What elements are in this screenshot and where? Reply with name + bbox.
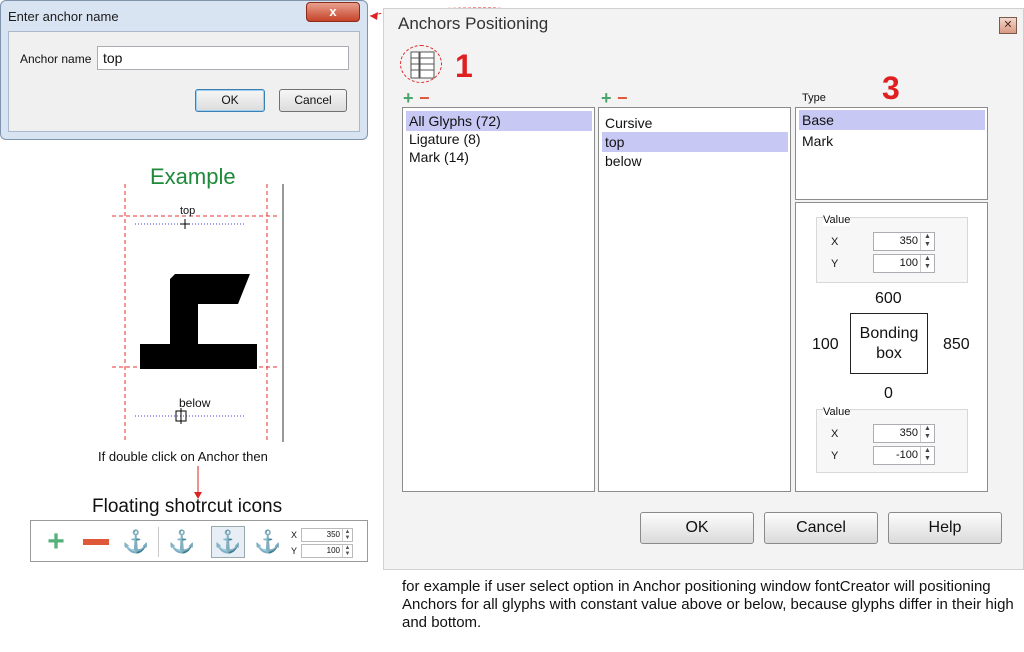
marker-3: 3 xyxy=(882,70,900,106)
toolbar-x-value: 350 xyxy=(326,530,340,539)
spin-icon[interactable]: ▲ ▼ xyxy=(920,447,934,464)
dialog-close-button[interactable]: x xyxy=(306,2,360,22)
anchor-name-input[interactable]: top xyxy=(97,46,349,70)
bbox-bottom-value: 0 xyxy=(884,385,893,402)
list-item[interactable]: Base xyxy=(799,110,985,130)
top-x-value: 350 xyxy=(899,235,918,247)
toolbar-x-input[interactable]: 350 ▲ ▼ xyxy=(301,528,353,542)
value-title: Value xyxy=(823,406,851,418)
list-item[interactable]: top xyxy=(602,132,788,152)
toolbar-y-input[interactable]: 100 ▲ ▼ xyxy=(301,544,353,558)
x-label: X xyxy=(831,428,839,440)
list-item[interactable]: All Glyphs (72) xyxy=(406,111,592,131)
remove-glyph-group-button[interactable]: − xyxy=(419,88,430,109)
list-item[interactable]: Cursive xyxy=(602,113,652,133)
hint-arrow xyxy=(194,466,202,499)
bottom-y-input[interactable]: -100 ▲ ▼ xyxy=(873,446,935,465)
value-group-top: Value X 350 ▲ ▼ Y 100 ▲ ▼ xyxy=(816,214,968,283)
marker-1: 1 xyxy=(455,48,473,84)
list-item[interactable]: Mark (14) xyxy=(406,147,469,167)
minus-icon[interactable] xyxy=(81,527,111,557)
anchor-list[interactable]: Cursive top below xyxy=(598,107,791,492)
floating-toolbar: + ⚓ ⚓ ⚓ ⚓ X 350 ▲ ▼ Y 100 ▲ ▼ xyxy=(30,520,368,562)
value-title: Value xyxy=(823,214,851,226)
spin-icon[interactable]: ▲ ▼ xyxy=(342,545,352,557)
toolbar-y-label: Y xyxy=(291,546,298,556)
plus-icon[interactable]: + xyxy=(41,527,71,557)
add-glyph-group-button[interactable]: + xyxy=(403,88,414,109)
list-item[interactable]: Ligature (8) xyxy=(406,129,481,149)
bottom-x-value: 350 xyxy=(899,427,918,439)
floating-icons-title: Floating shotrcut icons xyxy=(92,496,283,517)
ok-button[interactable]: OK xyxy=(640,512,754,544)
help-button[interactable]: Help xyxy=(888,512,1002,544)
bbox-top-value: 600 xyxy=(875,290,902,307)
cancel-button[interactable]: Cancel xyxy=(764,512,878,544)
anchor-icon[interactable]: ⚓ xyxy=(211,526,245,558)
bottom-x-input[interactable]: 350 ▲ ▼ xyxy=(873,424,935,443)
dialog-title: Enter anchor name xyxy=(8,9,119,24)
window-close-button[interactable]: ✕ xyxy=(999,17,1017,34)
spin-icon[interactable]: ▲ ▼ xyxy=(920,255,934,272)
double-click-hint: If double click on Anchor then xyxy=(98,449,268,464)
below-anchor-label: below xyxy=(179,396,211,410)
type-list[interactable]: Base Mark xyxy=(795,107,988,200)
top-y-value: 100 xyxy=(899,257,918,269)
spin-icon[interactable]: ▲ ▼ xyxy=(342,529,352,541)
spin-icon[interactable]: ▲ ▼ xyxy=(920,233,934,250)
toolbar-x-label: X xyxy=(291,530,298,540)
bbox-right-value: 850 xyxy=(943,336,970,353)
y-label: Y xyxy=(831,450,839,462)
toolbar-separator xyxy=(158,527,159,557)
glyph-group-list[interactable]: All Glyphs (72) Ligature (8) Mark (14) xyxy=(402,107,595,492)
type-label: Type xyxy=(802,92,826,104)
window-title: Anchors Positioning xyxy=(398,14,549,33)
ok-button[interactable]: OK xyxy=(195,89,265,112)
anchor-edit-icon[interactable]: ⚓ xyxy=(121,527,151,557)
caption-text: for example if user select option in Anc… xyxy=(402,578,1014,631)
anchor-name-label: Anchor name xyxy=(20,52,92,66)
grid-view-icon[interactable] xyxy=(400,45,442,83)
anchor-lock-icon[interactable]: ⚓ xyxy=(253,527,283,557)
dialog-body: Anchor name top OK Cancel xyxy=(8,31,360,132)
x-label: X xyxy=(831,236,839,248)
add-anchor-button[interactable]: + xyxy=(601,88,612,109)
anchor-list-icon[interactable]: ⚓ xyxy=(167,527,197,557)
top-y-input[interactable]: 100 ▲ ▼ xyxy=(873,254,935,273)
bottom-y-value: -100 xyxy=(895,449,918,461)
value-group-bottom: Value X 350 ▲ ▼ Y -100 ▲ ▼ xyxy=(816,406,968,473)
bounding-box-diagram: Bonding box xyxy=(850,313,928,374)
remove-anchor-button[interactable]: − xyxy=(617,88,628,109)
top-x-input[interactable]: 350 ▲ ▼ xyxy=(873,232,935,251)
bbox-left-value: 100 xyxy=(812,336,839,353)
toolbar-y-value: 100 xyxy=(326,546,340,555)
y-label: Y xyxy=(831,258,839,270)
bbox-label-line1: Bonding xyxy=(859,325,919,342)
list-item[interactable]: below xyxy=(602,151,642,171)
list-item[interactable]: Mark xyxy=(799,131,833,151)
spin-icon[interactable]: ▲ ▼ xyxy=(920,425,934,442)
bbox-label-line2: box xyxy=(876,345,902,362)
top-anchor-label: top xyxy=(180,205,196,217)
cancel-button[interactable]: Cancel xyxy=(279,89,347,112)
